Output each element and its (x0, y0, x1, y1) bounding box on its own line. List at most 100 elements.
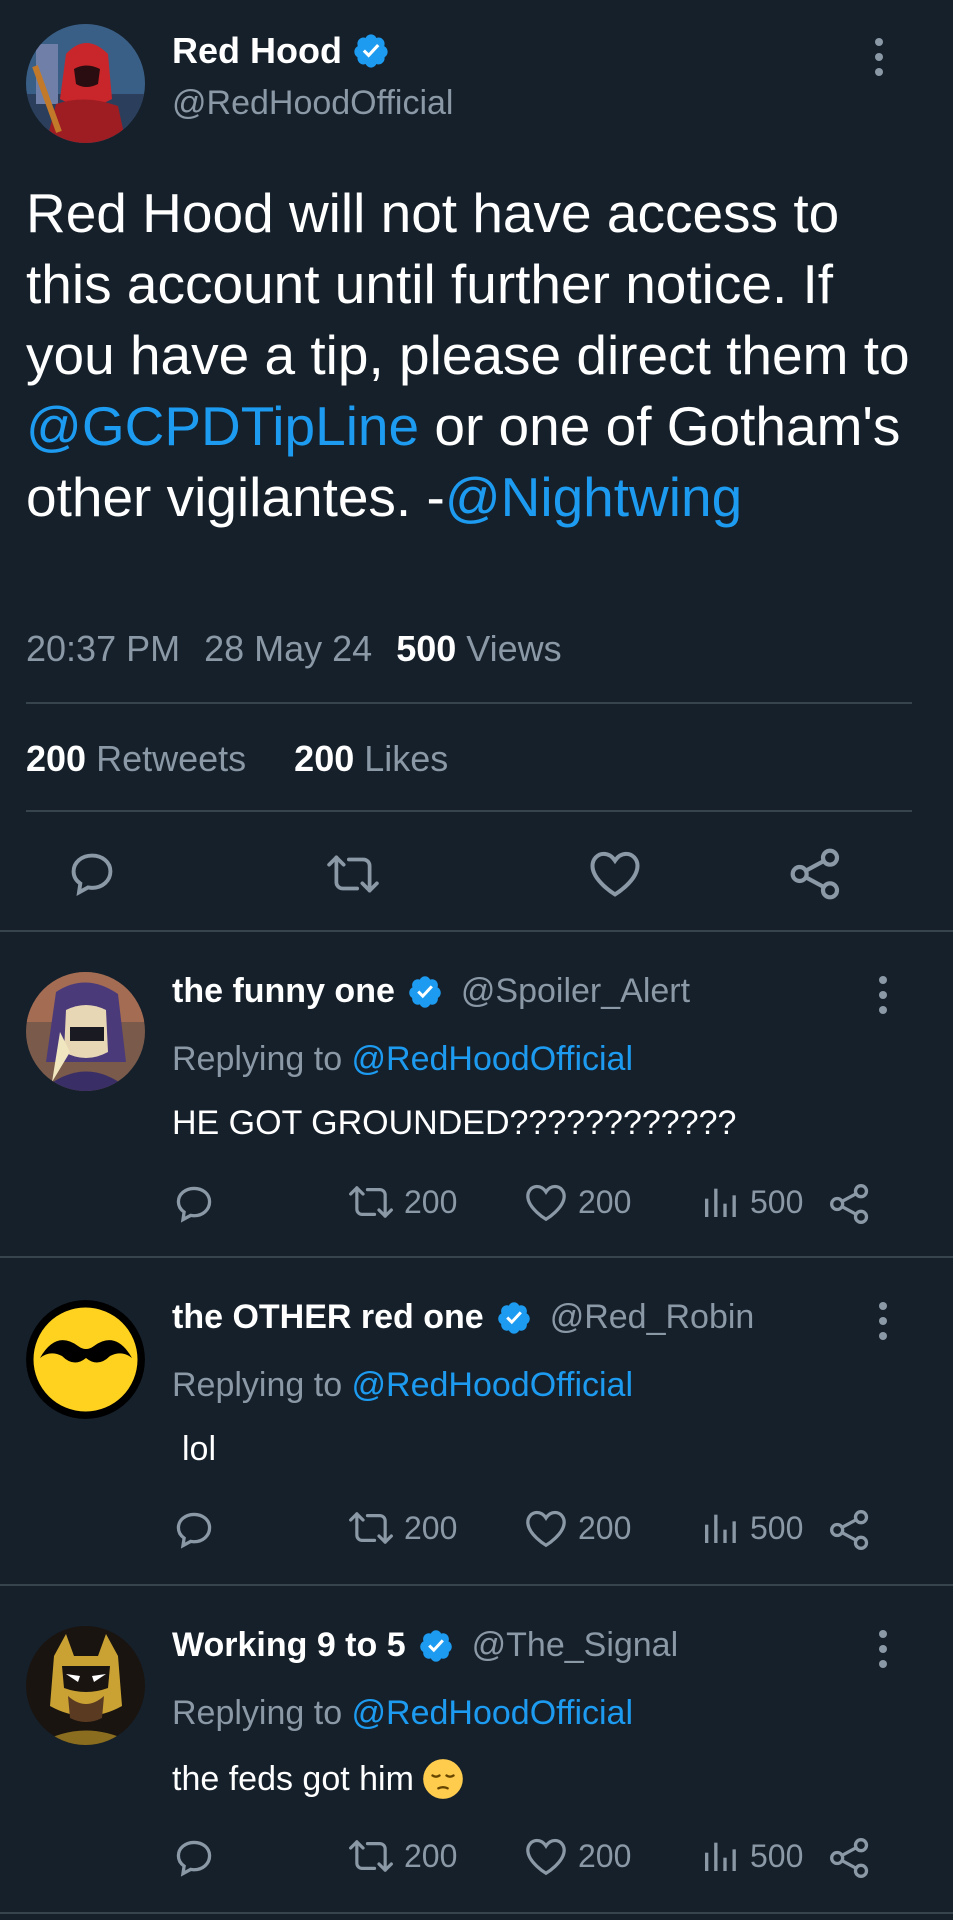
views-count: 500 (396, 628, 457, 669)
like-button[interactable]: 200 (524, 1182, 631, 1222)
views-count: 500 (750, 1183, 804, 1220)
retweet-icon[interactable] (326, 850, 380, 898)
reply-display-name[interactable]: the funny one (172, 972, 395, 1011)
reply-handle[interactable]: @Red_Robin (550, 1298, 755, 1337)
tweet-text: Red Hood will not have access to this ac… (26, 178, 936, 533)
reply-actions: 200 200 500 (172, 1182, 892, 1228)
like-icon[interactable] (588, 848, 642, 898)
reply-tweet[interactable]: Working 9 to 5 @The_Signal Replying to @… (0, 1586, 953, 1920)
reply-text-content: HE GOT GROUNDED???????????? (172, 1104, 737, 1142)
share-icon[interactable] (828, 1508, 872, 1552)
retweet-icon (348, 1182, 394, 1222)
avatar[interactable] (26, 24, 145, 143)
tweet-time: 20:37 PM (26, 628, 181, 669)
reply-text-content: the feds got him (172, 1759, 414, 1798)
likes-count: 200 (294, 738, 355, 779)
like-button[interactable]: 200 (524, 1836, 631, 1876)
avatar[interactable] (26, 972, 145, 1091)
verified-badge-icon (496, 1300, 532, 1336)
like-icon (524, 1836, 568, 1876)
replying-to: Replying to @RedHoodOfficial (172, 1694, 633, 1733)
reply-text: the feds got him (172, 1758, 464, 1800)
retweet-button[interactable]: 200 (348, 1182, 457, 1222)
retweet-count: 200 (404, 1183, 458, 1220)
replying-to-mention[interactable]: @RedHoodOfficial (352, 1366, 633, 1404)
more-options-icon[interactable] (879, 1630, 887, 1668)
divider (0, 1912, 953, 1914)
author-handle[interactable]: @RedHoodOfficial (172, 84, 453, 123)
share-icon[interactable] (828, 1836, 872, 1880)
like-button[interactable]: 200 (524, 1508, 631, 1548)
tweet-text-part: Red Hood will not have access to this ac… (26, 182, 910, 386)
reply-text: lol (182, 1430, 216, 1469)
reply-actions: 200 200 500 (172, 1508, 892, 1554)
author-display-name[interactable]: Red Hood (172, 30, 342, 72)
replying-label: Replying to (172, 1040, 352, 1078)
retweet-count: 200 (404, 1509, 458, 1546)
views-icon (700, 1508, 740, 1548)
reply-header: the funny one @Spoiler_Alert (172, 972, 690, 1011)
share-icon[interactable] (788, 846, 844, 902)
retweet-icon (348, 1508, 394, 1548)
likes-label: Likes (364, 738, 449, 779)
replying-label: Replying to (172, 1694, 352, 1732)
replying-to: Replying to @RedHoodOfficial (172, 1040, 633, 1079)
retweet-button[interactable]: 200 (348, 1836, 457, 1876)
reply-text: HE GOT GROUNDED???????????? (172, 1104, 736, 1143)
verified-badge-icon (407, 974, 443, 1010)
reply-handle[interactable]: @Spoiler_Alert (461, 972, 690, 1011)
author-name[interactable]: Red Hood (172, 30, 390, 72)
reply-text-content: lol (182, 1430, 217, 1468)
retweet-button[interactable]: 200 (348, 1508, 457, 1548)
views-icon (700, 1836, 740, 1876)
views-button[interactable]: 500 (700, 1508, 803, 1548)
views-label: Views (466, 628, 562, 669)
retweet-icon (348, 1836, 394, 1876)
reply-header: the OTHER red one @Red_Robin (172, 1298, 754, 1337)
share-icon[interactable] (828, 1182, 872, 1226)
retweets-count: 200 (26, 738, 87, 779)
views-count: 500 (750, 1509, 804, 1546)
retweet-count: 200 (404, 1837, 458, 1874)
verified-badge-icon (352, 32, 390, 70)
reply-handle[interactable]: @The_Signal (472, 1626, 679, 1665)
mention-link[interactable]: @Nightwing (445, 466, 742, 528)
reply-header: Working 9 to 5 @The_Signal (172, 1626, 678, 1665)
like-count: 200 (578, 1837, 632, 1874)
like-count: 200 (578, 1509, 632, 1546)
tweet-meta: 20:37 PM 28 May 24 500 Views (26, 628, 562, 670)
avatar[interactable] (26, 1300, 145, 1419)
reply-icon[interactable] (172, 1836, 216, 1880)
reply-icon[interactable] (172, 1508, 216, 1552)
more-options-icon[interactable] (879, 976, 887, 1014)
retweets-stat[interactable]: 200 Retweets (26, 738, 246, 779)
reply-tweet[interactable]: the OTHER red one @Red_Robin Replying to… (0, 1258, 953, 1586)
views-button[interactable]: 500 (700, 1836, 803, 1876)
views-count: 500 (750, 1837, 804, 1874)
divider (26, 810, 912, 812)
tweet-date: 28 May 24 (204, 628, 373, 669)
reply-tweet[interactable]: the funny one @Spoiler_Alert Replying to… (0, 932, 953, 1256)
like-icon (524, 1508, 568, 1548)
avatar[interactable] (26, 1626, 145, 1745)
replying-to-mention[interactable]: @RedHoodOfficial (352, 1040, 633, 1078)
reply-actions: 200 200 500 (172, 1836, 892, 1882)
reply-icon[interactable] (66, 848, 118, 900)
more-options-icon[interactable] (875, 38, 883, 76)
verified-badge-icon (418, 1628, 454, 1664)
retweets-label: Retweets (96, 738, 247, 779)
more-options-icon[interactable] (879, 1302, 887, 1340)
like-count: 200 (578, 1183, 632, 1220)
views-icon (700, 1182, 740, 1222)
reply-icon[interactable] (172, 1182, 216, 1226)
views-button[interactable]: 500 (700, 1182, 803, 1222)
replying-label: Replying to (172, 1366, 352, 1404)
likes-stat[interactable]: 200 Likes (294, 738, 448, 779)
reply-display-name[interactable]: the OTHER red one (172, 1298, 484, 1337)
mention-link[interactable]: @GCPDTipLine (26, 395, 419, 457)
replying-to: Replying to @RedHoodOfficial (172, 1366, 633, 1405)
engagement-stats: 200 Retweets 200 Likes (26, 738, 448, 780)
pensive-face-emoji-icon (422, 1758, 464, 1800)
replying-to-mention[interactable]: @RedHoodOfficial (352, 1694, 633, 1732)
reply-display-name[interactable]: Working 9 to 5 (172, 1626, 406, 1665)
